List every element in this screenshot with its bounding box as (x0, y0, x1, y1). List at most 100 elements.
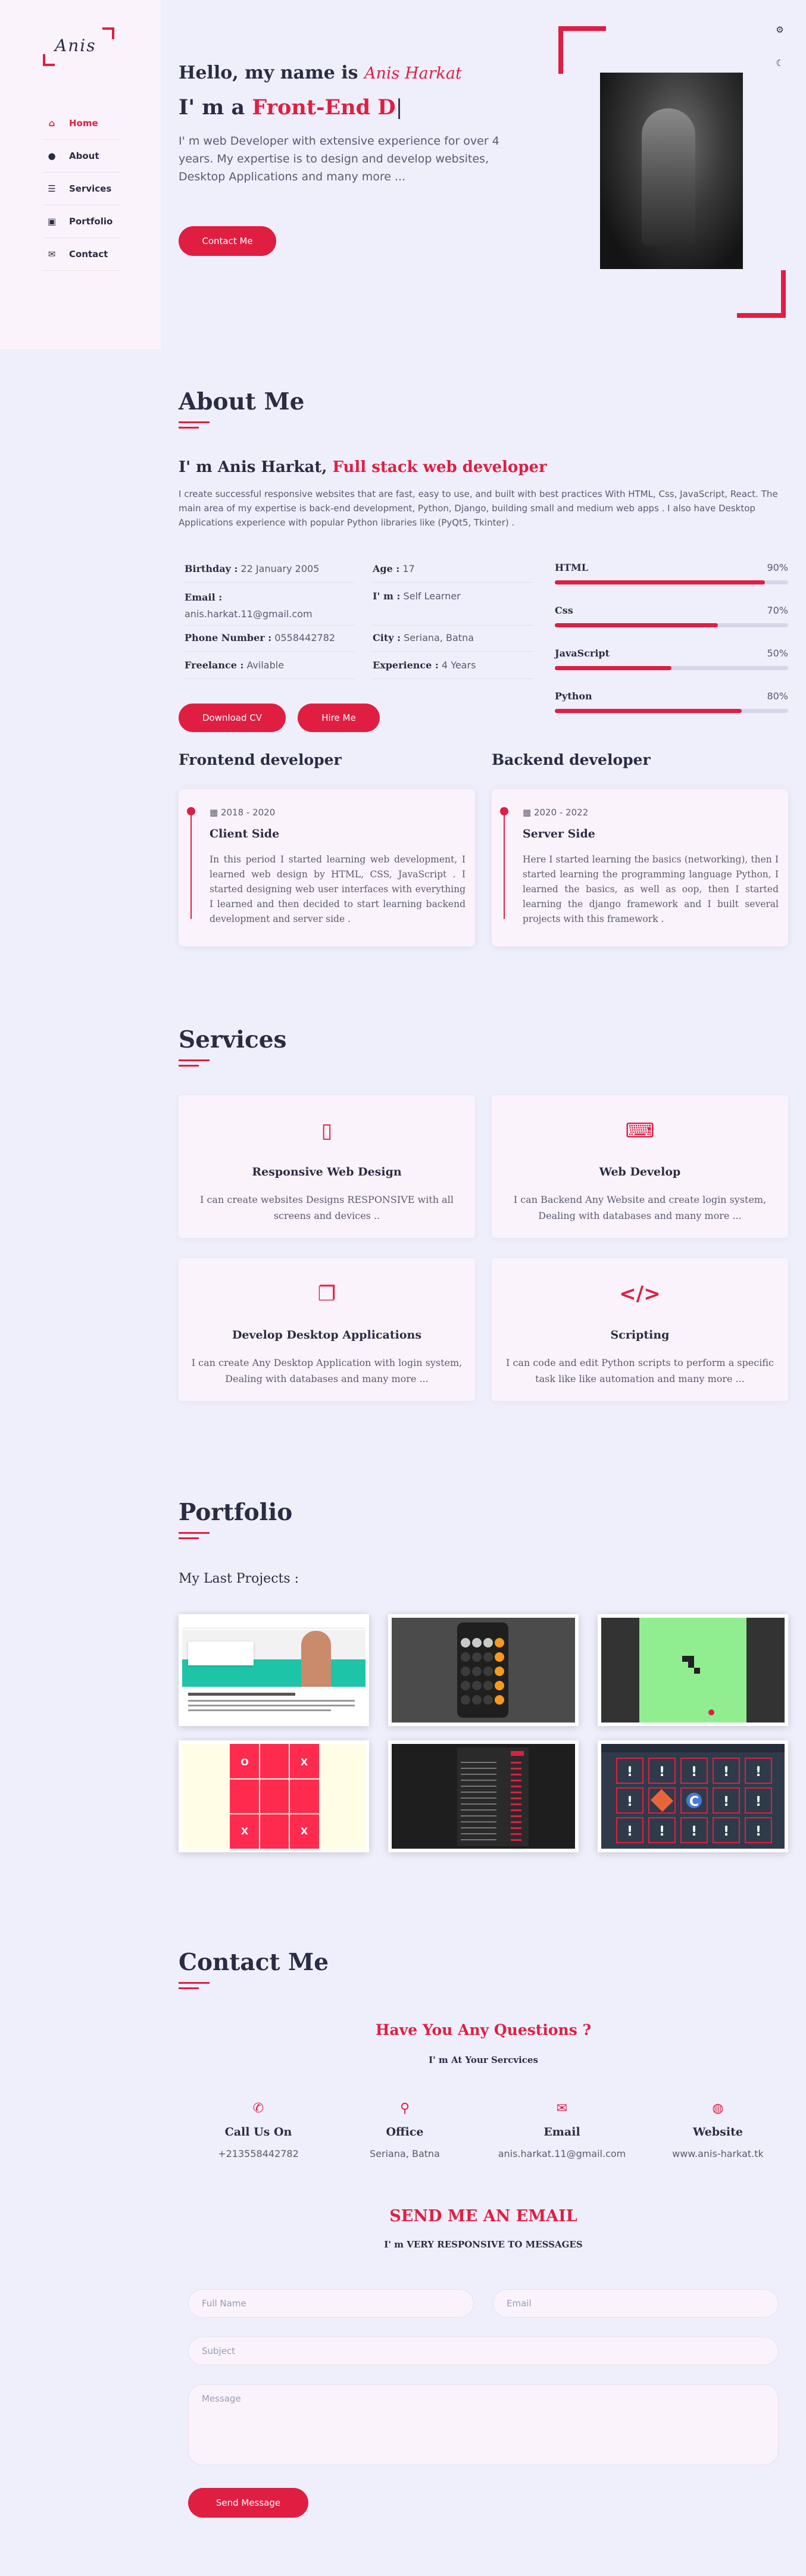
contact-office[interactable]: ⚲ Office Seriana, Batna (333, 2101, 476, 2159)
email-section-title: SEND ME AN EMAIL (389, 2207, 577, 2225)
info-phone: Phone Number : 0558442782 (185, 632, 336, 643)
portfolio-underline (179, 1532, 210, 1539)
ttt-cell: X (301, 1756, 308, 1768)
memory-game-preview: !!!!!! C!!!!!!! (601, 1744, 785, 1843)
copy-icon: ❐ (317, 1282, 336, 1306)
email-section-subtitle: I' m VERY RESPONSIVE TO MESSAGES (384, 2239, 583, 2250)
nav-home[interactable]: ⌂ Home (43, 107, 120, 140)
hero-intro: I' m web Developer with extensive experi… (179, 135, 499, 183)
memory-card-mark: ! (627, 1795, 633, 1809)
memory-card-mark: ! (723, 1824, 729, 1839)
tic-tac-toe-preview: O X X X (230, 1744, 319, 1849)
code-icon: </> (619, 1282, 661, 1306)
about-underline (179, 421, 210, 429)
phone-icon: ✆ (252, 2101, 264, 2116)
services-title: Services (179, 1026, 287, 1053)
logo[interactable]: Anis (43, 27, 114, 69)
ttt-cell: X (241, 1825, 249, 1837)
backend-title: Backend developer (492, 751, 651, 768)
timeline-title: Client Side (210, 827, 280, 840)
sidebar: Anis ⌂ Home ● About ☰ Services ▣ Portfolio ✉… (0, 0, 161, 349)
contact-service: I' m At Your Sercvices (429, 2055, 538, 2065)
nav-portfolio[interactable]: ▣ Portfolio (43, 205, 120, 238)
memory-card-mark: ! (723, 1765, 729, 1780)
service-card-web-develop[interactable]: ⌨ Web Develop I can Backend Any Website an… (492, 1095, 788, 1238)
project-card-memory-game[interactable]: !!!!!! C!!!!!!! (598, 1740, 788, 1852)
briefcase-icon: ▣ (47, 216, 57, 227)
download-cv-button[interactable]: Download CV (179, 704, 286, 732)
project-card-udemy-clone[interactable] (179, 1614, 369, 1726)
project-card-tic-tac-toe[interactable]: O X X X (179, 1740, 369, 1852)
timeline-text: In this period I started learning web de… (210, 854, 466, 924)
skill-css: Css 70% (555, 605, 788, 627)
memory-card-mark: ! (755, 1824, 761, 1839)
portfolio-title: Portfolio (179, 1499, 293, 1526)
chat-icon: ✉ (48, 249, 56, 260)
email-input[interactable]: Email (493, 2289, 779, 2318)
timeline-text: Here I started learning the basics (netw… (523, 854, 779, 924)
hire-me-button[interactable]: Hire Me (298, 704, 380, 732)
memory-card-mark: ! (659, 1765, 665, 1780)
contact-email[interactable]: ✉ Email anis.harkat.11@gmail.com (491, 2101, 633, 2159)
send-message-button[interactable]: Send Message (188, 2488, 308, 2518)
service-card-scripting[interactable]: </> Scripting I can code and edit Python s… (492, 1258, 788, 1401)
dark-table-preview (457, 1747, 529, 1846)
portfolio-subtitle: My Last Projects : (179, 1571, 299, 1586)
memory-card-mark: C (689, 1795, 699, 1809)
envelope-icon: ✉ (556, 2101, 568, 2116)
location-icon: ⚲ (399, 2101, 410, 2116)
memory-card-mark: ! (723, 1795, 729, 1809)
service-card-responsive[interactable]: ▯ Responsive Web Design I can create websi… (179, 1095, 475, 1238)
contact-website[interactable]: ◍ Website www.anis-harkat.tk (646, 2101, 789, 2159)
contact-phone[interactable]: ✆ Call Us On +213558442782 (187, 2101, 330, 2159)
contact-title: Contact Me (179, 1949, 329, 1976)
hero-role: I' m a Front-End D| (179, 95, 403, 120)
globe-icon: ◍ (712, 2101, 724, 2116)
user-icon: ● (48, 151, 56, 161)
nav-about[interactable]: ● About (43, 140, 120, 173)
timeline-title: Server Side (523, 827, 595, 840)
contact-me-button[interactable]: Contact Me (179, 226, 276, 256)
hero-hello: Hello, my name is Anis Harkat (179, 62, 462, 83)
calendar-icon: ▦ (210, 807, 218, 818)
info-freelance: Freelance : Avilable (185, 659, 285, 671)
settings-gear-icon[interactable]: ⚙ (774, 24, 786, 36)
message-textarea[interactable]: Message (188, 2384, 779, 2465)
list-icon: ☰ (48, 183, 56, 194)
info-im: I' m : Self Learner (373, 590, 461, 602)
dark-mode-moon-icon[interactable]: ☾ (774, 57, 786, 69)
about-heading: I' m Anis Harkat, Full stack web develop… (179, 458, 547, 476)
frontend-title: Frontend developer (179, 751, 342, 768)
project-card-calculator[interactable] (388, 1614, 579, 1726)
timeline-date: ▦ 2020 - 2022 (523, 807, 589, 818)
full-name-input[interactable]: Full Name (188, 2289, 474, 2318)
calendar-icon: ▦ (523, 807, 532, 818)
memory-card-mark: ! (755, 1765, 761, 1780)
timeline-card-server: ▦ 2020 - 2022 Server Side Here I started… (492, 789, 788, 946)
hero-photo (600, 73, 743, 269)
nav-services[interactable]: ☰ Services (43, 173, 120, 205)
service-card-desktop[interactable]: ❐ Develop Desktop Applications I can creat… (179, 1258, 475, 1401)
info-age: Age : 17 (373, 563, 415, 574)
timeline-card-client: ▦ 2018 - 2020 Client Side In this period… (179, 789, 475, 946)
timeline-date: ▦ 2018 - 2020 (210, 807, 276, 818)
info-experience: Experience : 4 Years (373, 659, 476, 671)
about-paragraph: I create successful responsive websites … (179, 489, 778, 528)
memory-card-mark: ! (659, 1824, 665, 1839)
info-city: City : Seriana, Batna (373, 632, 474, 643)
contact-question: Have You Any Questions ? (375, 2021, 592, 2039)
subject-input[interactable]: Subject (188, 2337, 779, 2365)
info-birthday: Birthday : 22 January 2005 (185, 563, 320, 574)
skill-html: HTML 90% (555, 562, 788, 584)
project-card-snake-game[interactable] (598, 1614, 788, 1726)
laptop-code-icon: ⌨ (625, 1119, 655, 1143)
project-card-dark-table[interactable] (388, 1740, 579, 1852)
skill-javascript: JavaScript 50% (555, 648, 788, 670)
nav-contact[interactable]: ✉ Contact (43, 238, 120, 271)
ttt-cell: X (301, 1825, 308, 1837)
contact-underline (179, 1982, 210, 1989)
sidebar-nav: ⌂ Home ● About ☰ Services ▣ Portfolio ✉ Conta… (43, 107, 120, 271)
hero-name: Anis Harkat (364, 64, 462, 83)
ttt-cell: O (240, 1756, 249, 1768)
hero-frame-top (558, 26, 606, 74)
